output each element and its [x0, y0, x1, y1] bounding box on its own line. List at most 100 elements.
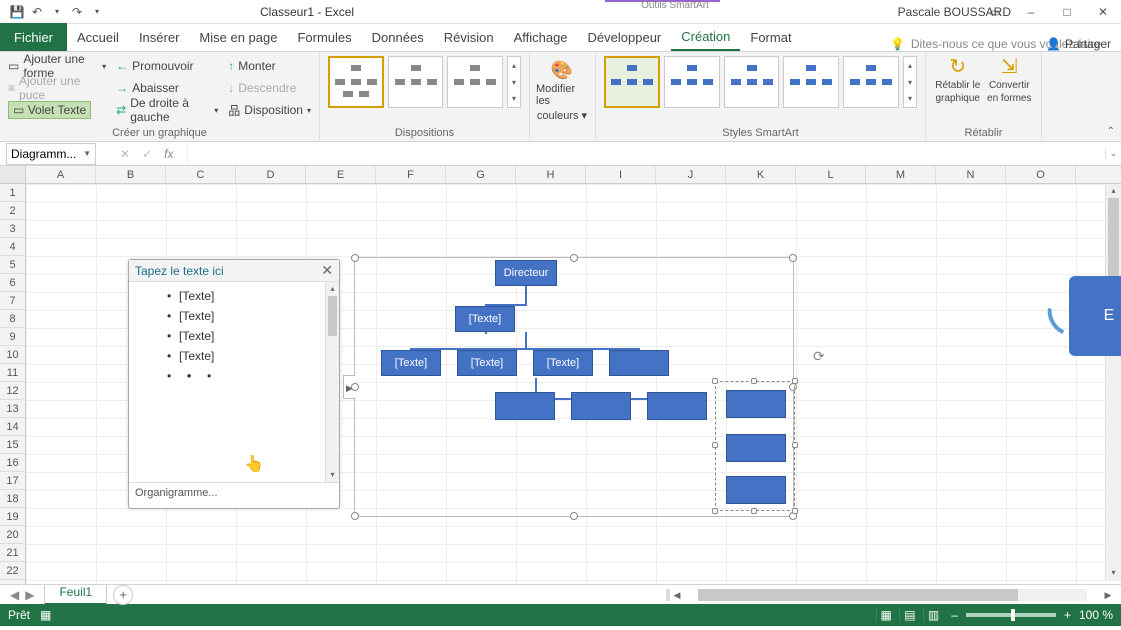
org-node-nested[interactable]	[726, 390, 786, 418]
layout-option-3[interactable]	[447, 56, 503, 108]
tab-inserer[interactable]: Insérer	[129, 23, 189, 51]
promote-button[interactable]: ←Promouvoir	[116, 56, 218, 76]
column-header[interactable]: J	[656, 166, 726, 183]
column-header[interactable]: G	[446, 166, 516, 183]
tab-affichage[interactable]: Affichage	[504, 23, 578, 51]
row-header[interactable]: 4	[0, 238, 25, 256]
minimize-icon[interactable]: –	[1013, 0, 1049, 24]
row-header[interactable]: 1	[0, 184, 25, 202]
text-pane-bullet[interactable]: [Texte]	[179, 326, 337, 346]
select-all-corner[interactable]	[0, 166, 26, 183]
row-header[interactable]: 20	[0, 526, 25, 544]
namebox-dropdown-icon[interactable]: ▼	[83, 149, 91, 158]
row-header[interactable]: 21	[0, 544, 25, 562]
row-header[interactable]: 13	[0, 400, 25, 418]
tab-formules[interactable]: Formules	[287, 23, 361, 51]
smartart-canvas[interactable]: ▶ ⟳	[354, 257, 794, 517]
qat-customize-icon[interactable]: ▾	[88, 3, 106, 21]
vertical-scrollbar[interactable]: ▴ ▾	[1105, 184, 1121, 580]
scroll-thumb[interactable]	[328, 296, 337, 336]
row-header[interactable]: 9	[0, 328, 25, 346]
fx-icon[interactable]: fx	[164, 147, 173, 161]
resize-handle[interactable]	[351, 512, 359, 520]
page-layout-view-icon[interactable]: ▤	[899, 608, 919, 622]
org-node-director[interactable]: Directeur	[495, 260, 557, 286]
tab-creation[interactable]: Création	[671, 23, 740, 51]
zoom-slider[interactable]	[966, 613, 1056, 617]
maximize-icon[interactable]: □	[1049, 0, 1085, 24]
zoom-level[interactable]: 100 %	[1079, 608, 1113, 622]
tab-developpeur[interactable]: Développeur	[578, 23, 672, 51]
row-header[interactable]: 6	[0, 274, 25, 292]
layout-option-2[interactable]	[388, 56, 444, 108]
column-header[interactable]: I	[586, 166, 656, 183]
name-box[interactable]: Diagramm...▼	[6, 143, 96, 165]
layout-option-1[interactable]	[328, 56, 384, 108]
tab-revision[interactable]: Révision	[434, 23, 504, 51]
row-header[interactable]: 7	[0, 292, 25, 310]
org-node-sub[interactable]	[495, 392, 555, 420]
column-header[interactable]: M	[866, 166, 936, 183]
resize-handle[interactable]	[751, 378, 757, 384]
column-header[interactable]: K	[726, 166, 796, 183]
row-header[interactable]: 22	[0, 562, 25, 580]
resize-handle[interactable]	[351, 383, 359, 391]
zoom-out-icon[interactable]: –	[951, 608, 958, 622]
formula-expand-icon[interactable]: ⌄	[1105, 148, 1121, 159]
column-header[interactable]: F	[376, 166, 446, 183]
resize-handle[interactable]	[792, 442, 798, 448]
org-node-nested[interactable]	[726, 476, 786, 504]
hscroll-left-icon[interactable]: ◀	[670, 590, 684, 601]
org-node-child[interactable]	[609, 350, 669, 376]
reset-graphic-button[interactable]: ↻ Rétablir legraphique	[934, 56, 982, 104]
undo-icon[interactable]: ↶	[28, 3, 46, 21]
rtl-button[interactable]: ⇄De droite à gauche▾	[116, 100, 218, 120]
row-header[interactable]: 18	[0, 490, 25, 508]
resize-handle[interactable]	[351, 254, 359, 262]
org-node-child[interactable]: [Texte]	[457, 350, 517, 376]
column-header[interactable]: O	[1006, 166, 1076, 183]
tab-mise-en-page[interactable]: Mise en page	[189, 23, 287, 51]
demote-button[interactable]: →Abaisser	[116, 78, 218, 98]
column-header[interactable]: C	[166, 166, 236, 183]
row-header[interactable]: 10	[0, 346, 25, 364]
move-up-button[interactable]: ↑Monter	[228, 56, 311, 76]
add-shape-button[interactable]: ▭Ajouter une forme▾	[8, 56, 106, 76]
row-header[interactable]: 11	[0, 364, 25, 382]
sheet-nav-prev-icon[interactable]: ◀	[10, 588, 19, 602]
resize-handle[interactable]	[570, 512, 578, 520]
resize-handle[interactable]	[712, 508, 718, 514]
share-button[interactable]: 👤 Partager	[1046, 37, 1111, 51]
add-sheet-button[interactable]: +	[113, 585, 133, 605]
formula-input[interactable]	[187, 143, 1105, 165]
rotate-handle-icon[interactable]: ⟳	[813, 348, 833, 368]
style-option-5[interactable]	[843, 56, 899, 108]
convert-shapes-button[interactable]: ⇲ Convertiren formes	[986, 56, 1034, 104]
hscroll-right-icon[interactable]: ▶	[1101, 590, 1115, 601]
tab-file[interactable]: Fichier	[0, 23, 67, 51]
column-header[interactable]: D	[236, 166, 306, 183]
row-header[interactable]: 8	[0, 310, 25, 328]
cells-grid[interactable]: ▶ ⟳	[26, 184, 1121, 584]
row-header[interactable]: 19	[0, 508, 25, 526]
resize-handle[interactable]	[789, 254, 797, 262]
row-header[interactable]: 5	[0, 256, 25, 274]
org-node-assistant[interactable]: [Texte]	[455, 306, 515, 332]
layout-gallery-dropdown[interactable]: ▴▾▾	[507, 56, 521, 108]
close-icon[interactable]: ✕	[1085, 0, 1121, 24]
row-header[interactable]: 2	[0, 202, 25, 220]
resize-handle[interactable]	[570, 254, 578, 262]
scroll-thumb[interactable]	[698, 589, 1018, 601]
layout-button[interactable]: 品Disposition▾	[228, 100, 311, 120]
change-colors-button[interactable]: 🎨 Modifier les couleurs ▾	[532, 56, 592, 126]
style-option-4[interactable]	[783, 56, 839, 108]
page-break-view-icon[interactable]: ▥	[923, 608, 943, 622]
horizontal-scrollbar[interactable]	[698, 589, 1087, 601]
org-node-sub[interactable]	[647, 392, 707, 420]
redo-icon[interactable]: ↷	[68, 3, 86, 21]
ribbon-display-icon[interactable]: ▭	[977, 0, 1013, 24]
resize-handle[interactable]	[792, 378, 798, 384]
resize-handle[interactable]	[712, 378, 718, 384]
tab-format[interactable]: Format	[740, 23, 801, 51]
org-node-sub[interactable]	[571, 392, 631, 420]
